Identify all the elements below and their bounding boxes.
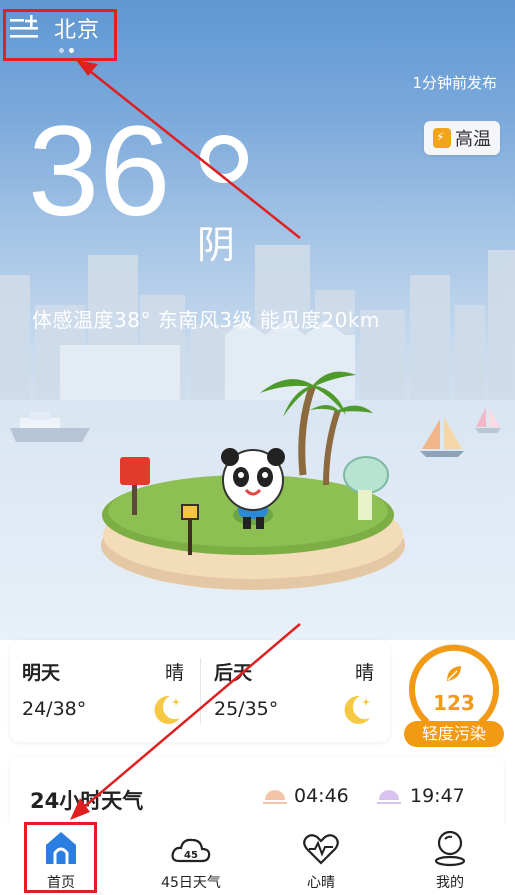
island-panda-illustration: [101, 371, 405, 590]
forecast-condition: 晴: [165, 662, 185, 684]
sunrise-icon: [263, 790, 287, 804]
tab-profile[interactable]: 我的: [400, 823, 500, 895]
forecast-tomorrow[interactable]: 明天 晴 24/38°: [10, 640, 200, 740]
sunrise-time: 04:46: [294, 785, 349, 807]
annotation-highlight-city: [3, 9, 117, 61]
high-temp-alert-badge[interactable]: 高温: [424, 121, 500, 155]
sailboat-small-illustration: [475, 407, 501, 433]
forecast-day-label: 后天: [214, 662, 253, 684]
forecast-temps: 24/38°: [22, 698, 87, 720]
cloud-45-badge: 45: [184, 850, 198, 861]
forecast-temps: 25/35°: [214, 698, 279, 720]
tab-mood[interactable]: 心晴: [271, 823, 371, 895]
forecast-card[interactable]: 明天 晴 24/38° 后天 晴 25/35°: [10, 640, 390, 742]
forecast-day-label: 明天: [22, 662, 61, 684]
hourly-title: 24小时天气: [30, 789, 144, 813]
current-temperature: 36: [28, 100, 171, 243]
forecast-condition: 晴: [355, 662, 375, 684]
weather-details: 体感温度38° 东南风3级 能见度20km: [32, 308, 380, 332]
current-condition: 阴: [197, 223, 236, 267]
sailboat-illustration: [420, 417, 464, 457]
ship-illustration: [10, 412, 90, 442]
publish-time: 1分钟前发布: [412, 74, 497, 92]
profile-icon: [434, 830, 466, 867]
heart-pulse-icon: [303, 834, 339, 865]
annotation-highlight-home-tab: [24, 822, 97, 893]
cloud-45-icon: 45: [171, 838, 211, 863]
tab-label: 我的: [436, 875, 464, 891]
sunset-time: 19:47: [410, 785, 465, 807]
tab-label: 心晴: [307, 875, 335, 891]
tab-45-day[interactable]: 45 45日天气: [141, 823, 241, 895]
moon-stars-icon: [154, 695, 180, 724]
forecast-day-after[interactable]: 后天 晴 25/35°: [200, 640, 390, 740]
leaf-icon: [447, 666, 461, 681]
moon-stars-icon: [344, 695, 370, 724]
degree-symbol: [200, 135, 248, 183]
alert-label: 高温: [455, 129, 491, 150]
aqi-level-badge: 轻度污染: [404, 721, 504, 747]
sunset-icon: [377, 790, 401, 804]
air-quality-widget[interactable]: 123 轻度污染: [404, 641, 504, 747]
aqi-value: 123: [433, 691, 475, 715]
tab-label: 45日天气: [161, 875, 221, 891]
alert-icon: [433, 128, 451, 148]
